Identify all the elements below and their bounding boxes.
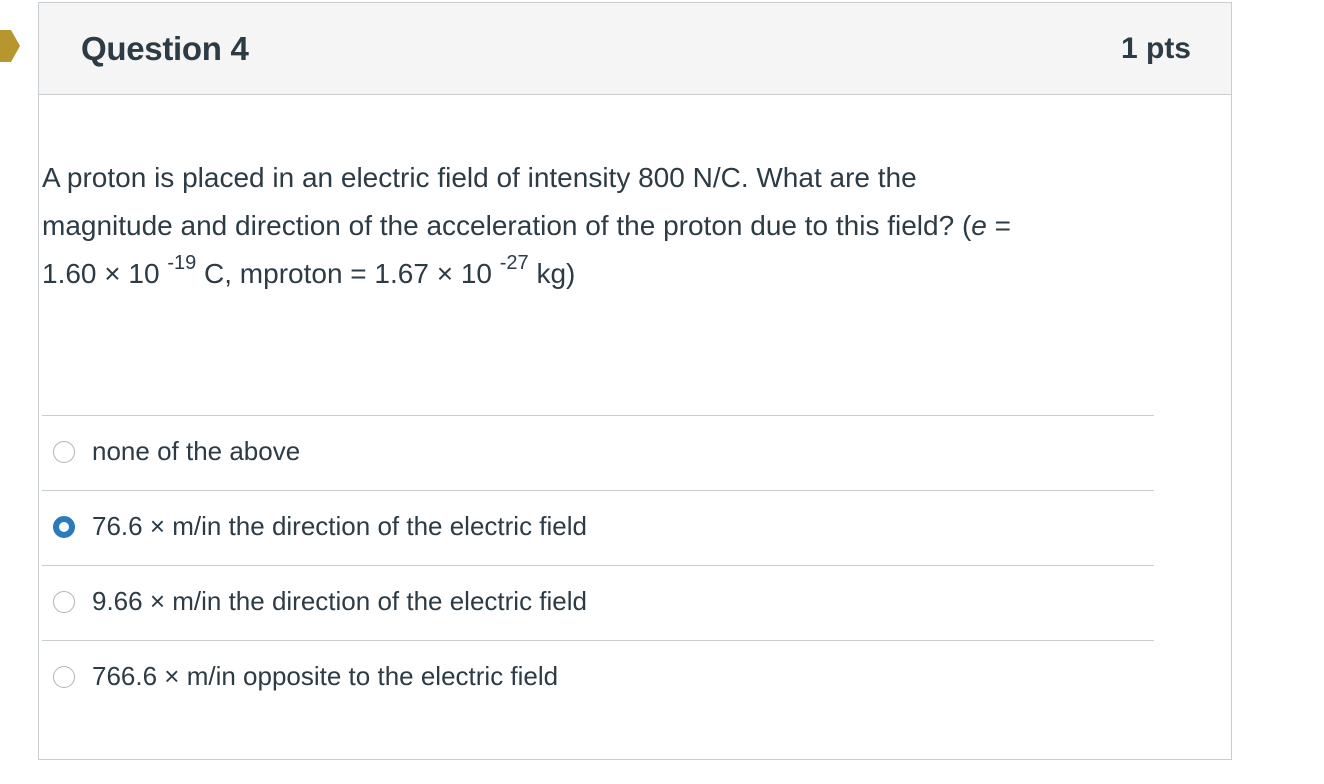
question-text-line3-end: kg) (528, 258, 576, 289)
question-title: Question 4 (81, 30, 249, 67)
exponent-mass: -27 (499, 251, 529, 274)
answer-list: none of the above 76.6 × m/in the direct… (42, 415, 1154, 715)
question-text-line3-mid: C, mproton = 1.67 × 10 (196, 258, 500, 289)
question-header: Question 4 1 pts (39, 3, 1231, 95)
answer-radio[interactable] (53, 591, 75, 613)
answer-option[interactable]: 9.66 × m/in the direction of the electri… (42, 565, 1154, 640)
answer-radio-selected[interactable] (53, 516, 75, 538)
answer-label[interactable]: 76.6 × m/in the direction of the electri… (92, 511, 587, 542)
question-text: A proton is placed in an electric field … (42, 154, 1154, 298)
question-text-line1: A proton is placed in an electric field … (42, 162, 917, 193)
question-flag-marker[interactable] (0, 30, 20, 62)
answer-radio[interactable] (53, 441, 75, 463)
question-text-e-symbol: e (971, 210, 987, 241)
exponent-charge: -19 (167, 251, 197, 274)
answer-option[interactable]: none of the above (42, 415, 1154, 490)
answer-option[interactable]: 766.6 × m/in opposite to the electric fi… (42, 640, 1154, 715)
answer-radio[interactable] (53, 666, 75, 688)
question-text-line2: magnitude and direction of the accelerat… (42, 210, 972, 241)
answer-option[interactable]: 76.6 × m/in the direction of the electri… (42, 490, 1154, 565)
answer-label[interactable]: none of the above (92, 436, 300, 467)
answer-label[interactable]: 9.66 × m/in the direction of the electri… (92, 586, 587, 617)
question-text-line3: 1.60 × 10 (42, 258, 168, 289)
answer-label[interactable]: 766.6 × m/in opposite to the electric fi… (92, 661, 558, 692)
question-points: 1 pts (1120, 32, 1191, 65)
question-text-line2-end: = (986, 210, 1011, 241)
